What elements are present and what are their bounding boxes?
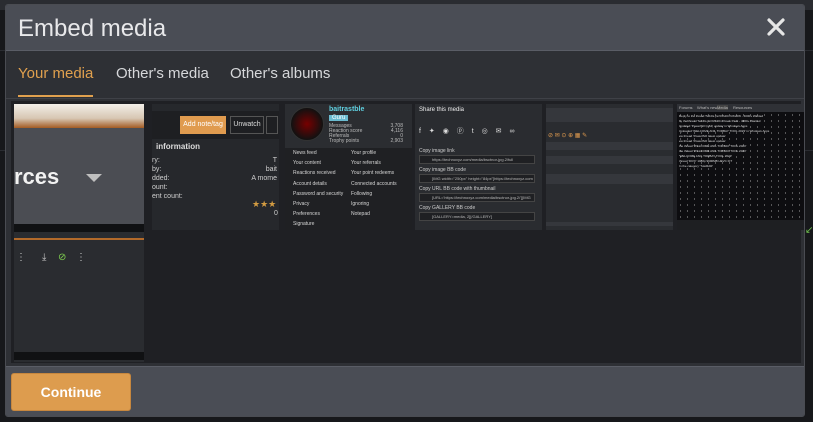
close-button[interactable] (764, 15, 788, 39)
menu-item: Your point redeems (351, 170, 395, 176)
media-thumbnail[interactable]: ⊘ ✉ ⊙ ⊕ ▦ ✎ (546, 104, 673, 230)
share-title: Share this media (419, 107, 465, 113)
menu-item: Reactions received (293, 170, 336, 176)
thumbnail-icon-row: ⊘ ✉ ⊙ ⊕ ▦ ✎ (548, 133, 588, 139)
media-thumbnail[interactable]: rces ⋮ ⤓ ⊘ ⋮ (14, 104, 144, 362)
share-icons: f ✦ ◉ ⓟ t ◎ ✉ ∞ (419, 128, 518, 135)
user-stats: Messages 3,708 Reaction score 4,116 Referr… (329, 123, 403, 144)
add-note-button-preview: Add note/tag (180, 116, 226, 134)
username: baitrastble (329, 106, 365, 113)
menu-item: News feed (293, 150, 317, 156)
menu-item: Your referrals (351, 160, 381, 166)
menu-item: Password and security (293, 191, 344, 197)
menu-item: Your profile (351, 150, 377, 156)
info-row: dded: A mome (152, 175, 277, 182)
rank-badge: Guru (329, 115, 349, 121)
media-thumbnail[interactable]: Forums What's new Media Resources Reply … (677, 104, 804, 230)
download-icon: ⤓ (42, 252, 47, 263)
info-heading: information (156, 142, 200, 151)
thumbnail-text: rces (14, 164, 60, 189)
unwatch-button-preview: Unwatch (230, 116, 264, 134)
more-icon: ⋮ (16, 252, 26, 263)
share-field-label: Copy GALLERY BB code (419, 205, 476, 211)
media-thumbnail[interactable]: baitrastble Guru Messages 3,708 Reaction … (285, 104, 412, 230)
info-rows: ry: T by: bait dded: A mome ount: ent count… (152, 156, 279, 201)
media-grid: rces ⋮ ⤓ ⊘ ⋮ Add note/tag Unwatch inform… (11, 101, 804, 363)
menu-item: Ignoring (351, 201, 370, 207)
share-field: https://technoxyz.com/media/bsctnor-jpg.… (419, 155, 535, 164)
menu-item: Connected accounts (351, 181, 397, 187)
menu-item: Account details (293, 181, 327, 187)
continue-button[interactable]: Continue (11, 373, 131, 411)
dialog-footer: Continue (6, 366, 804, 416)
tab-others-media[interactable]: Other's media (116, 65, 209, 95)
rating-stars: ★★★ (252, 199, 277, 209)
chevron-down-icon (86, 174, 102, 182)
share-field-label: Copy URL BB code with thumbnail (419, 186, 496, 192)
forum-nav: Forums What's new Media Resources (677, 104, 804, 112)
more-icon: ⋮ (76, 252, 86, 263)
media-tabs: Your media Other's media Other's albums (6, 51, 804, 99)
info-row: ry: T (152, 157, 277, 164)
share-field-label: Copy image BB code (419, 167, 466, 173)
menu-item: Notepad (351, 211, 370, 217)
menu-item: Privacy (293, 201, 310, 207)
menu-item: Your content (293, 160, 321, 166)
tab-others-albums[interactable]: Other's albums (230, 65, 330, 95)
bookmark-icon (266, 116, 278, 134)
info-row: ount: (152, 184, 168, 191)
media-thumbnail[interactable]: Add note/tag Unwatch information ry: T by… (152, 104, 279, 230)
thumbnail-icon-row: ⋮ ⤓ ⊘ ⋮ (14, 252, 144, 266)
menu-item: Preferences (293, 211, 320, 217)
dialog-header: Embed media (6, 5, 804, 51)
dialog-title: Embed media (18, 15, 167, 42)
avatar (290, 107, 324, 141)
embed-media-dialog: Embed media Your media Other's media Oth… (5, 4, 805, 417)
activity-lines: Reply to the thread Tw1Ds.jnn%%20n NXsDW… (679, 114, 770, 168)
share-field: [IMG width="250px" height="84px"]https:/… (419, 174, 535, 183)
account-menu: News feed Your content Reactions receive… (285, 148, 412, 230)
share-field: [GALLERY=media, 2][/GALLERY] (419, 212, 535, 221)
share-field-label: Copy image link (419, 148, 455, 154)
rating-value: 0 (274, 210, 278, 217)
menu-item: Following (351, 191, 373, 197)
link-icon: ⊘ (58, 252, 67, 263)
media-thumbnail[interactable]: Share this media f ✦ ◉ ⓟ t ◎ ✉ ∞ Copy im… (415, 104, 542, 230)
backdrop-edge-icon: ↙ (805, 225, 813, 236)
tab-your-media[interactable]: Your media (18, 65, 94, 97)
menu-item: Signature (293, 221, 315, 227)
share-field: [URL='https://technoxyz.com/media/bsctno… (419, 193, 535, 202)
info-row: by: bait (152, 166, 277, 173)
close-icon (767, 18, 785, 36)
